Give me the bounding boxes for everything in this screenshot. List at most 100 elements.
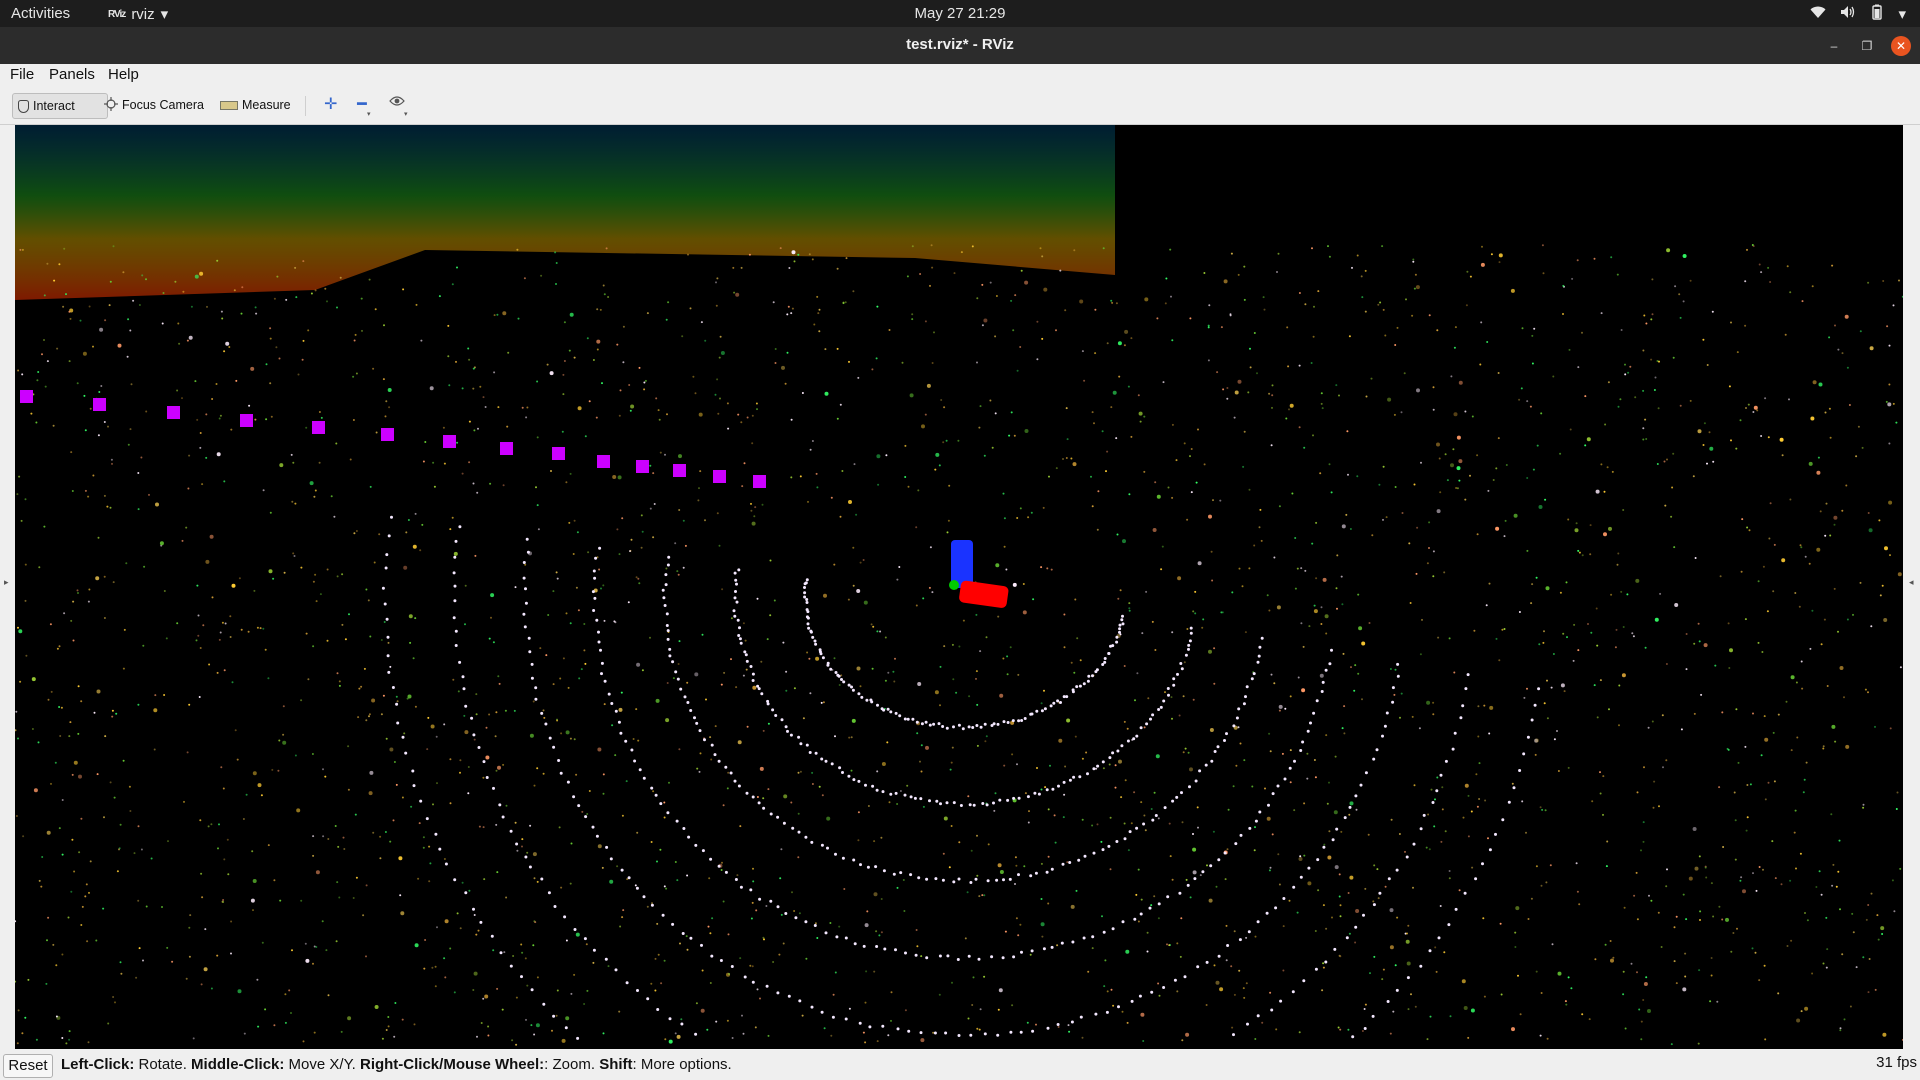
menu-help[interactable]: Help xyxy=(108,66,139,83)
cloud-point xyxy=(21,1032,24,1035)
cloud-point xyxy=(698,770,701,773)
cloud-point xyxy=(444,919,449,924)
cloud-point xyxy=(106,505,109,508)
cloud-point xyxy=(264,648,267,651)
cloud-point xyxy=(300,699,303,702)
cloud-point xyxy=(43,525,46,528)
cloud-point xyxy=(915,604,918,607)
cloud-point xyxy=(1449,1015,1452,1018)
cloud-point xyxy=(1882,1032,1887,1037)
chevron-down-icon[interactable]: ▾ xyxy=(367,110,371,118)
right-dock-handle[interactable]: ◂ xyxy=(1903,125,1920,1049)
measure-tool-button[interactable]: Measure xyxy=(215,93,296,117)
cloud-point xyxy=(573,519,576,522)
cloud-point xyxy=(1063,646,1066,649)
cloud-point xyxy=(138,304,141,306)
system-tray[interactable]: ▾ xyxy=(1810,4,1906,24)
cloud-point xyxy=(1040,922,1045,927)
cloud-point xyxy=(1192,847,1197,852)
cloud-point xyxy=(1230,965,1233,968)
cloud-point xyxy=(292,461,295,464)
eye-icon[interactable] xyxy=(389,95,405,110)
cloud-point xyxy=(52,943,55,946)
cloud-point xyxy=(1714,664,1717,667)
cloud-point xyxy=(1746,816,1749,819)
cloud-point xyxy=(305,958,310,963)
scan-ring-point xyxy=(452,571,456,575)
cloud-point xyxy=(616,865,619,868)
cloud-point xyxy=(784,382,787,385)
scan-ring-point xyxy=(1060,941,1064,945)
cloud-point xyxy=(53,279,56,282)
cloud-point xyxy=(1389,945,1394,950)
add-tool-icon[interactable]: ✛ xyxy=(324,94,337,114)
maximize-button[interactable]: ❐ xyxy=(1857,36,1877,56)
cloud-point xyxy=(1118,375,1121,378)
cloud-point xyxy=(133,852,136,855)
cloud-point xyxy=(767,788,770,791)
cloud-point xyxy=(951,643,954,646)
cloud-point xyxy=(536,380,539,383)
scan-ring-point xyxy=(925,877,929,881)
cloud-point xyxy=(920,770,923,773)
cloud-point xyxy=(1883,618,1888,622)
scan-ring-point xyxy=(1162,699,1166,703)
chevron-down-icon[interactable]: ▾ xyxy=(404,110,408,118)
cloud-point xyxy=(1458,889,1461,892)
cloud-point xyxy=(1808,562,1811,565)
cloud-point xyxy=(269,337,272,340)
scan-ring-point xyxy=(776,991,780,995)
cloud-point xyxy=(865,970,868,973)
scan-ring-point xyxy=(1062,780,1066,784)
clock[interactable]: May 27 21:29 xyxy=(915,5,1006,22)
cloud-point xyxy=(972,976,975,979)
cloud-point xyxy=(550,470,552,472)
reset-button[interactable]: Reset xyxy=(3,1054,53,1078)
hint-shift-action: : More options. xyxy=(632,1056,732,1073)
scan-ring-point xyxy=(938,954,942,958)
cloud-point xyxy=(953,272,956,275)
cloud-point xyxy=(1225,959,1228,962)
cloud-point xyxy=(385,400,388,403)
scan-ring-point xyxy=(1330,648,1333,652)
cloud-point xyxy=(1176,942,1179,945)
remove-tool-icon[interactable]: ━ xyxy=(357,94,367,114)
cloud-point xyxy=(183,800,185,803)
cloud-point xyxy=(436,926,438,929)
scan-ring-point xyxy=(814,751,818,755)
interact-tool-button[interactable]: Interact xyxy=(12,93,108,119)
cloud-point xyxy=(556,719,559,722)
cloud-point xyxy=(1737,761,1740,764)
scan-ring-point xyxy=(1189,626,1193,630)
cloud-point xyxy=(1610,958,1614,963)
activities-button[interactable]: Activities xyxy=(11,5,70,22)
scan-ring-point xyxy=(911,717,915,721)
cloud-point xyxy=(1826,948,1829,951)
scan-ring-point xyxy=(847,774,851,778)
cloud-point xyxy=(294,502,297,505)
scan-ring-point xyxy=(530,662,534,666)
cloud-point xyxy=(1083,379,1086,382)
window-title-bar[interactable]: test.rviz* - RViz – ❐ ✕ xyxy=(0,27,1920,64)
minimize-button[interactable]: – xyxy=(1824,36,1844,56)
cloud-point xyxy=(205,456,208,459)
left-dock-handle[interactable]: ▸ xyxy=(0,125,15,1049)
render-viewport[interactable] xyxy=(14,125,1904,1049)
cloud-point xyxy=(716,378,719,381)
cloud-point xyxy=(1003,517,1006,520)
cloud-point xyxy=(330,495,333,498)
point-cloud-render[interactable] xyxy=(14,125,1904,1049)
menu-file[interactable]: File xyxy=(10,66,34,83)
cloud-point xyxy=(379,835,382,838)
cloud-point xyxy=(473,914,476,916)
scan-ring-point xyxy=(1198,769,1202,773)
cloud-point xyxy=(461,387,464,390)
menu-panels[interactable]: Panels xyxy=(49,66,95,83)
cloud-point xyxy=(406,697,409,700)
scan-ring-point xyxy=(635,886,639,890)
close-button[interactable]: ✕ xyxy=(1891,36,1911,56)
cloud-point xyxy=(751,521,756,526)
app-menu[interactable]: RViz rviz ▾ xyxy=(108,5,168,24)
cloud-point xyxy=(1128,493,1131,496)
focus-camera-tool-button[interactable]: Focus Camera xyxy=(99,93,209,117)
